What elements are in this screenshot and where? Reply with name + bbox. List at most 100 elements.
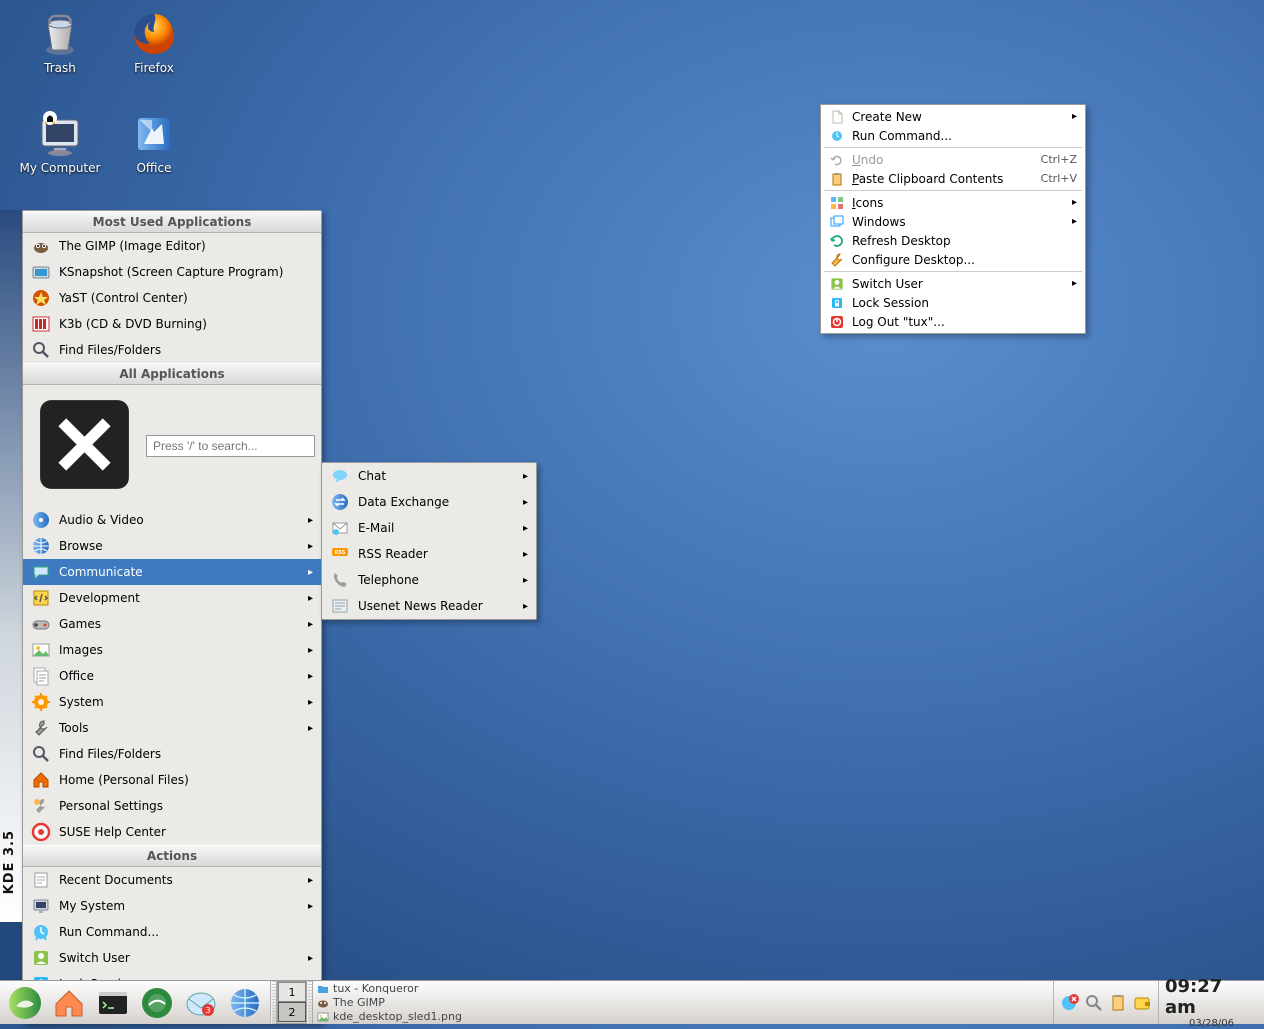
menu-item-games[interactable]: Games▸ [23,611,321,637]
menu-item-tools[interactable]: Tools▸ [23,715,321,741]
refresh-icon [829,233,845,249]
k3b-icon [31,314,51,334]
submenu-arrow-icon: ▸ [523,575,528,586]
launcher-terminal[interactable] [92,984,134,1022]
task-label: The GIMP [333,996,385,1009]
desktop-icon-trash[interactable]: Trash [18,10,102,75]
context-item-logout[interactable]: Log Out "tux"... [821,312,1085,331]
menu-item-home[interactable]: Home (Personal Files) [23,767,321,793]
clear-icon[interactable] [29,389,140,503]
gimp-icon [31,236,51,256]
menu-item-run-command[interactable]: Run Command... [23,919,321,945]
submenu-arrow-icon: ▸ [523,601,528,612]
submenu-item-chat[interactable]: Chat▸ [322,463,536,489]
my-system-icon [31,896,51,916]
tray-wallet-icon[interactable] [1132,993,1152,1013]
context-item-lock-session[interactable]: Lock Session [821,293,1085,312]
menu-item-help-center[interactable]: SUSE Help Center [23,819,321,845]
menu-item-find-files-2[interactable]: Find Files/Folders [23,741,321,767]
shortcut-label: Ctrl+V [1041,172,1077,185]
menu-item-label: The GIMP (Image Editor) [59,239,206,253]
firefox-icon [130,10,178,58]
clock[interactable]: 09:27 am 03/28/06 [1158,981,1264,1024]
submenu-item-telephone[interactable]: Telephone▸ [322,567,536,593]
menu-item-label: Run Command... [59,925,159,939]
find-files-icon [31,744,51,764]
recent-docs-icon [31,870,51,890]
menu-item-label: Communicate [59,565,143,579]
task-konqueror[interactable]: tux - Konqueror [317,982,1049,996]
menu-item-label: My System [59,899,125,913]
launcher-mail[interactable]: 3 [180,984,222,1022]
kmenu-sidebar-label: KDE 3.5 [2,830,17,894]
menu-item-communicate[interactable]: Communicate▸ [23,559,321,585]
menu-item-label: Development [59,591,140,605]
menu-item-development[interactable]: Development▸ [23,585,321,611]
yast-icon [31,288,51,308]
desktop-icon-label: My Computer [18,161,102,175]
menu-item-personal-settings[interactable]: Personal Settings [23,793,321,819]
menu-item-browse[interactable]: Browse▸ [23,533,321,559]
context-item-switch-user[interactable]: Switch User▸ [821,274,1085,293]
context-item-label: Switch User [852,277,923,291]
image-icon [317,1011,329,1023]
submenu-arrow-icon: ▸ [308,541,313,552]
context-item-label: Paste Clipboard Contents [852,172,1003,186]
menu-item-yast[interactable]: YaST (Control Center) [23,285,321,311]
run-command-icon [31,922,51,942]
menu-item-recent-docs[interactable]: Recent Documents▸ [23,867,321,893]
desktop-icon-office[interactable]: Office [112,110,196,175]
rss-icon: RSS [330,544,350,564]
menu-item-images[interactable]: Images▸ [23,637,321,663]
wrench-icon [829,252,845,268]
telephone-icon [330,570,350,590]
tray-clipboard-icon[interactable] [1108,993,1128,1013]
submenu-item-usenet[interactable]: Usenet News Reader ▸ [322,593,536,619]
menu-item-audio-video[interactable]: Audio & Video▸ [23,507,321,533]
pager-desktop-2[interactable]: 2 [278,1002,306,1022]
submenu-item-data-exchange[interactable]: Data Exchange▸ [322,489,536,515]
launcher-kmenu[interactable] [4,984,46,1022]
menu-item-my-system[interactable]: My System▸ [23,893,321,919]
submenu-item-label: E-Mail [358,521,394,535]
desktop-icon-firefox[interactable]: Firefox [112,10,196,75]
data-exchange-icon [330,492,350,512]
menu-item-office[interactable]: Office▸ [23,663,321,689]
games-icon [31,614,51,634]
menu-item-label: Find Files/Folders [59,343,161,357]
context-item-icons[interactable]: Icons▸ [821,193,1085,212]
menu-item-ksnapshot[interactable]: KSnapshot (Screen Capture Program) [23,259,321,285]
find-files-icon [31,340,51,360]
desktop-icon-my-computer[interactable]: My Computer [18,110,102,175]
clipboard-icon [829,171,845,187]
menu-item-k3b[interactable]: K3b (CD & DVD Burning) [23,311,321,337]
context-item-run-command[interactable]: Run Command... [821,126,1085,145]
submenu-item-email[interactable]: E-Mail▸ [322,515,536,541]
tray-search-icon[interactable] [1084,993,1104,1013]
task-image-doc[interactable]: kde_desktop_sled1.png [317,1010,1049,1024]
context-item-refresh[interactable]: Refresh Desktop [821,231,1085,250]
menu-item-label: Games [59,617,101,631]
context-item-paste[interactable]: Paste Clipboard Contents Ctrl+V [821,169,1085,188]
gimp-icon [317,997,329,1009]
menu-item-system[interactable]: System▸ [23,689,321,715]
tray-network-icon[interactable] [1060,993,1080,1013]
launcher-browser[interactable] [224,984,266,1022]
home-icon [52,986,86,1020]
search-input[interactable] [146,435,315,457]
context-item-create-new[interactable]: Create New▸ [821,107,1085,126]
launcher-suse[interactable] [136,984,178,1022]
submenu-item-label: RSS Reader [358,547,428,561]
menu-item-find-files[interactable]: Find Files/Folders [23,337,321,363]
task-gimp[interactable]: The GIMP [317,996,1049,1010]
help-center-icon [31,822,51,842]
menu-item-switch-user[interactable]: Switch User▸ [23,945,321,971]
submenu-item-rss[interactable]: RSSRSS Reader▸ [322,541,536,567]
menu-item-gimp[interactable]: The GIMP (Image Editor) [23,233,321,259]
context-item-windows[interactable]: Windows▸ [821,212,1085,231]
submenu-item-label: Usenet News Reader [358,599,483,613]
context-item-configure[interactable]: Configure Desktop... [821,250,1085,269]
kmenu-sidebar: KDE 3.5 [0,210,22,922]
pager-desktop-1[interactable]: 1 [278,982,306,1002]
launcher-home[interactable] [48,984,90,1022]
